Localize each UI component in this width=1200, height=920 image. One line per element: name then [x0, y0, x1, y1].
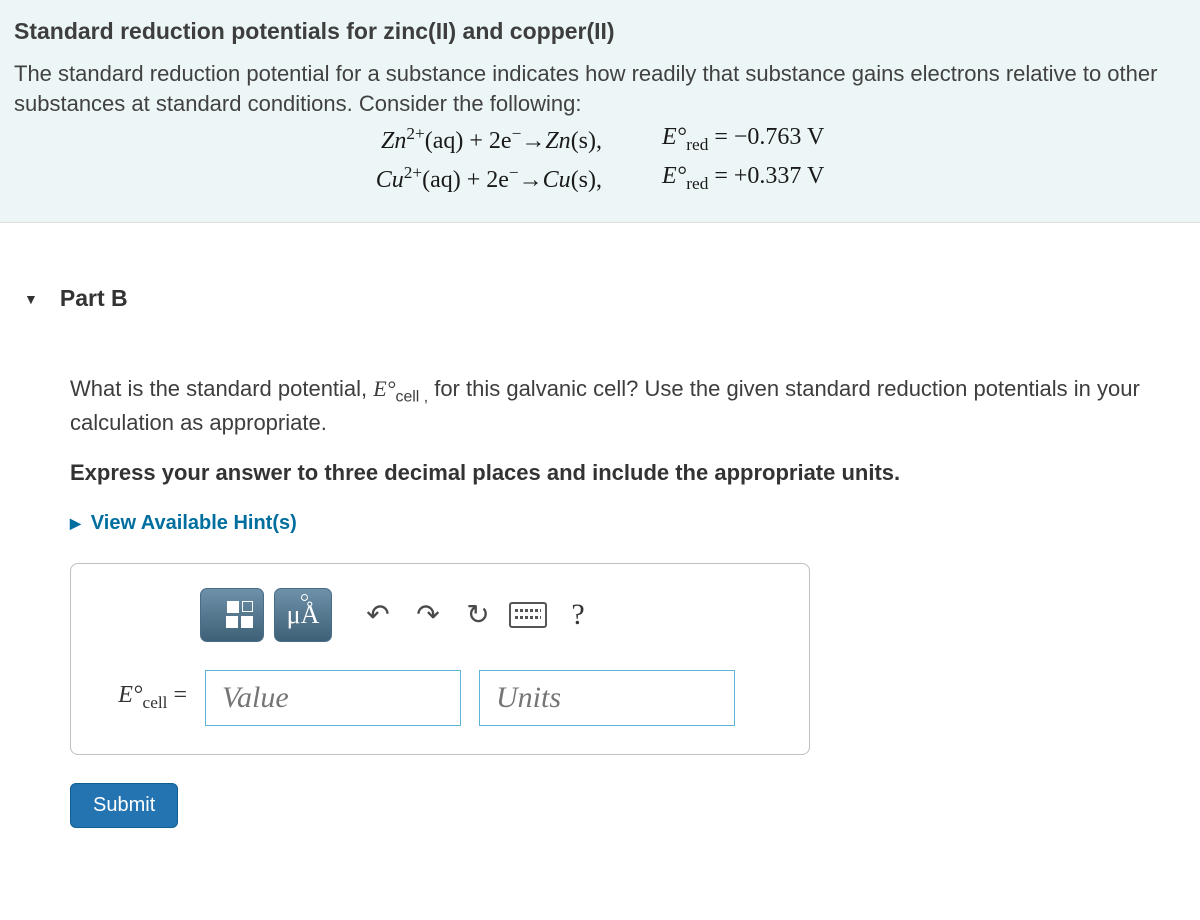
info-title: Standard reduction potentials for zinc(I…	[14, 18, 1186, 45]
equation-cu-right: E°red = +0.337 V	[662, 163, 824, 194]
question-text: What is the standard potential, E°cell ,…	[70, 374, 1176, 437]
reset-button[interactable]: ↻	[458, 595, 498, 635]
hints-label: View Available Hint(s)	[91, 512, 297, 535]
redo-icon: ↷	[416, 598, 439, 631]
equations-block: Zn2+(aq) + 2e−→Zn(s), E°red = −0.763 V C…	[14, 124, 1186, 194]
mu-angstrom-icon: μÅ	[287, 600, 320, 630]
redo-button[interactable]: ↷	[408, 595, 448, 635]
info-body-text: The standard reduction potential for a s…	[14, 59, 1186, 194]
fraction-icon	[211, 597, 253, 633]
keyboard-button[interactable]	[508, 595, 548, 635]
value-input[interactable]	[205, 670, 461, 726]
equation-cu-left: Cu2+(aq) + 2e−→Cu(s),	[376, 163, 602, 194]
part-label: Part B	[60, 285, 128, 312]
caret-down-icon: ▼	[24, 291, 38, 307]
info-body: The standard reduction potential for a s…	[14, 61, 1157, 116]
keyboard-icon	[509, 602, 547, 628]
equation-zn-left: Zn2+(aq) + 2e−→Zn(s),	[376, 124, 602, 155]
template-fraction-button[interactable]	[200, 588, 264, 642]
undo-button[interactable]: ↶	[358, 595, 398, 635]
help-button[interactable]: ?	[558, 595, 598, 635]
equation-zn-right: E°red = −0.763 V	[662, 124, 824, 155]
triangle-right-icon: ▶	[70, 515, 81, 532]
units-picker-button[interactable]: μÅ	[274, 588, 332, 642]
reset-icon: ↻	[466, 598, 489, 631]
submit-button[interactable]: Submit	[70, 783, 178, 828]
answer-input-row: E°cell =	[95, 670, 785, 726]
part-body: What is the standard potential, E°cell ,…	[0, 322, 1200, 857]
instruction-text: Express your answer to three decimal pla…	[70, 460, 1176, 486]
answer-label: E°cell =	[95, 682, 187, 713]
hints-toggle[interactable]: ▶ View Available Hint(s)	[70, 512, 1176, 535]
info-panel: Standard reduction potentials for zinc(I…	[0, 0, 1200, 223]
answer-toolbar: μÅ ↶ ↷ ↻ ?	[200, 588, 785, 642]
help-icon: ?	[571, 598, 584, 632]
undo-icon: ↶	[366, 598, 389, 631]
answer-box: μÅ ↶ ↷ ↻ ? E°cell =	[70, 563, 810, 755]
units-input[interactable]	[479, 670, 735, 726]
part-header[interactable]: ▼ Part B	[0, 223, 1200, 322]
